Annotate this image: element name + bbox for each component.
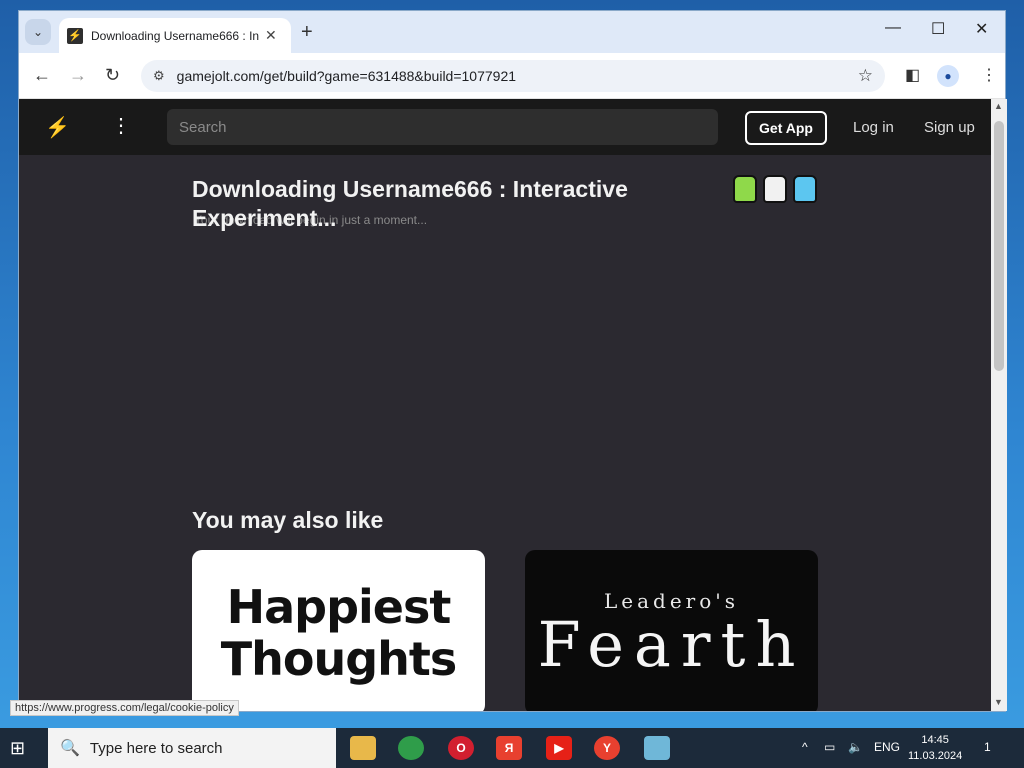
network-icon[interactable]: ▭ xyxy=(824,740,835,754)
chrome-icon[interactable] xyxy=(398,736,424,760)
card-title-line2: Thoughts xyxy=(220,631,458,686)
youtube-icon[interactable]: ▶ xyxy=(546,736,572,760)
more-icon[interactable]: ⋮ xyxy=(111,113,131,138)
volume-icon[interactable]: 🔈 xyxy=(848,740,863,754)
site-info-icon[interactable]: ⚙ xyxy=(153,68,165,84)
card-title-line1: Happiest xyxy=(226,579,452,634)
taskbar-search[interactable]: 🔍 Type here to search xyxy=(48,728,336,768)
minimize-icon[interactable]: — xyxy=(885,19,901,37)
gamejolt-logo-icon[interactable]: ⚡ xyxy=(45,115,70,140)
page-title: Downloading Username666 : Interactive Ex… xyxy=(192,176,628,231)
page-viewport: ⚡ ⋮ Search Get App Log in Sign up Your d… xyxy=(19,99,991,711)
file-explorer-icon[interactable] xyxy=(350,736,376,760)
opera-icon[interactable]: O xyxy=(448,736,474,760)
scroll-thumb[interactable] xyxy=(994,121,1004,371)
yandex-icon[interactable]: Я xyxy=(496,736,522,760)
url-text: gamejolt.com/get/build?game=631488&build… xyxy=(176,68,517,84)
clock-date: 11.03.2024 xyxy=(908,750,963,762)
game-card-happiest-thoughts[interactable]: Happiest Thoughts xyxy=(192,550,485,711)
notification-icon[interactable]: 1 xyxy=(984,740,991,754)
mascots xyxy=(733,175,817,203)
scroll-down-icon[interactable]: ▼ xyxy=(994,697,1003,707)
tab-title: Downloading Username666 : In xyxy=(91,28,259,43)
taskbar-search-placeholder: Type here to search xyxy=(89,739,223,757)
search-input[interactable]: Search xyxy=(167,109,718,145)
tab-bar: ⌄ ⚡ Downloading Username666 : In ✕ + — ☐… xyxy=(19,11,1005,53)
menu-icon[interactable]: ⋮ xyxy=(981,65,997,85)
page-scrollbar[interactable]: ▲ ▼ xyxy=(991,99,1007,711)
language-indicator[interactable]: ENG xyxy=(874,740,900,754)
yandex-browser-icon[interactable]: Y xyxy=(594,736,620,760)
tray-chevron-icon[interactable]: ^ xyxy=(802,740,808,754)
scroll-up-icon[interactable]: ▲ xyxy=(994,101,1003,111)
clock-time: 14:45 xyxy=(921,734,949,746)
taskbar: ⊞ 🔍 Type here to search O Я ▶ Y ^ ▭ 🔈 EN… xyxy=(0,728,1024,768)
address-bar[interactable]: ⚙ gamejolt.com/get/build?game=631488&bui… xyxy=(141,60,885,92)
new-tab-icon[interactable]: + xyxy=(301,21,313,44)
gamejolt-favicon-icon: ⚡ xyxy=(67,27,83,44)
back-icon[interactable]: ← xyxy=(33,65,51,86)
forward-icon[interactable]: → xyxy=(69,65,87,86)
login-link[interactable]: Log in xyxy=(853,119,894,136)
mascot-white-icon xyxy=(763,175,787,203)
you-may-also-like-heading: You may also like xyxy=(192,507,384,533)
browser-window: ⌄ ⚡ Downloading Username666 : In ✕ + — ☐… xyxy=(18,10,1007,712)
window-close-icon[interactable]: ✕ xyxy=(975,19,988,39)
app-icon[interactable] xyxy=(644,736,670,760)
system-clock[interactable]: 14:45 11.03.2024 xyxy=(908,732,962,764)
signup-link[interactable]: Sign up xyxy=(924,119,975,136)
tab-search-icon[interactable]: ⌄ xyxy=(25,19,51,45)
reload-icon[interactable]: ↻ xyxy=(105,65,120,86)
browser-toolbar: ← → ↻ ⚙ gamejolt.com/get/build?game=6314… xyxy=(19,53,1005,99)
gamejolt-navbar: ⚡ ⋮ Search Get App Log in Sign up xyxy=(19,99,991,155)
search-icon: 🔍 xyxy=(60,740,80,757)
card-title: Fearth xyxy=(537,607,806,681)
get-app-button[interactable]: Get App xyxy=(745,111,827,145)
close-icon[interactable]: ✕ xyxy=(265,27,277,44)
windows-start-icon[interactable]: ⊞ xyxy=(10,738,25,759)
maximize-icon[interactable]: ☐ xyxy=(931,19,945,39)
game-card-leaderos-fearth[interactable]: Leadero's Fearth xyxy=(525,550,818,711)
status-bar-url: https://www.progress.com/legal/cookie-po… xyxy=(10,700,239,716)
sidepanel-icon[interactable]: ◧ xyxy=(905,65,920,85)
profile-icon[interactable]: ● xyxy=(937,65,959,87)
star-icon[interactable]: ☆ xyxy=(858,66,873,86)
mascot-blue-icon xyxy=(793,175,817,203)
mascot-green-icon xyxy=(733,175,757,203)
browser-tab-active[interactable]: ⚡ Downloading Username666 : In ✕ xyxy=(59,18,291,53)
